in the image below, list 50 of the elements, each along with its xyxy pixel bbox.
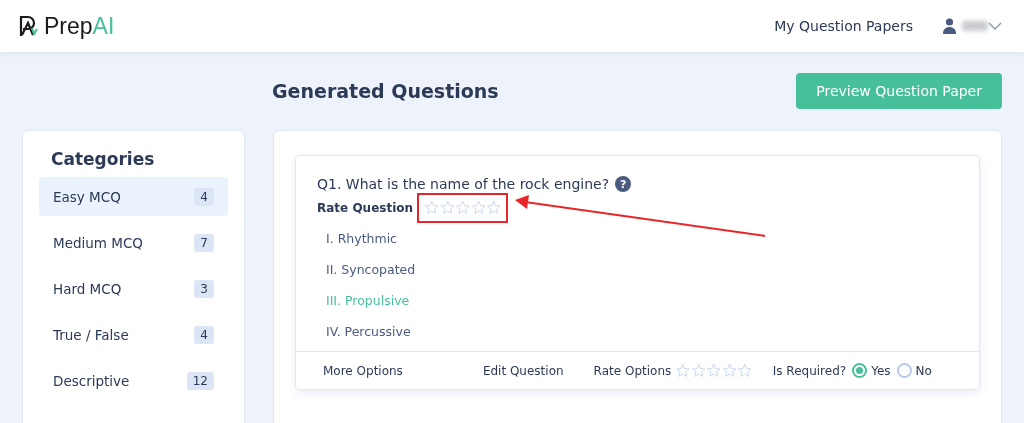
radio-button[interactable] <box>896 363 912 378</box>
page-title: Generated Questions <box>272 80 499 102</box>
category-item[interactable]: Descriptive 12 <box>39 361 228 400</box>
user-icon[interactable] <box>943 18 956 34</box>
category-label: True / False <box>53 326 129 343</box>
category-item[interactable]: Hard MCQ 3 <box>39 269 228 308</box>
star-icon[interactable] <box>439 200 456 215</box>
star-icon[interactable] <box>470 200 487 215</box>
category-count: 7 <box>194 233 214 252</box>
edit-question-button[interactable]: Edit Question <box>482 363 564 378</box>
star-icon[interactable] <box>690 363 707 378</box>
star-icon[interactable] <box>706 363 722 378</box>
more-options-button[interactable]: More Options <box>323 363 403 378</box>
category-count: 4 <box>194 187 214 206</box>
star-icon[interactable] <box>737 363 753 378</box>
answer-option: II. Syncopated <box>326 254 416 285</box>
category-label: Descriptive <box>53 372 130 389</box>
logo-text: PrepAI <box>44 12 115 40</box>
category-label: Easy MCQ <box>53 188 121 205</box>
answer-option: I. Rhythmic <box>326 223 397 254</box>
question-text: Q1. What is the name of the rock engine? <box>317 176 610 192</box>
star-icon[interactable] <box>486 200 502 215</box>
radio-button[interactable] <box>852 363 868 378</box>
star-icon[interactable] <box>721 363 738 378</box>
category-count: 4 <box>194 325 214 344</box>
answer-option: IV. Percussive <box>326 316 411 347</box>
radio-option[interactable]: No <box>896 363 932 378</box>
sidebar-title: Categories <box>50 149 156 169</box>
category-item[interactable]: Medium MCQ 7 <box>39 223 228 262</box>
star-icon[interactable] <box>455 200 471 215</box>
category-item[interactable]: True / False 4 <box>39 315 228 354</box>
rate-question-label: Rate Question <box>317 200 414 215</box>
chevron-down-icon[interactable] <box>988 22 1002 30</box>
blurred-username <box>962 21 988 31</box>
logo-icon <box>18 14 40 38</box>
category-label: Hard MCQ <box>53 280 122 297</box>
category-item[interactable]: Easy MCQ 4 <box>39 177 228 216</box>
rate-options-label: Rate Options <box>593 363 672 378</box>
radio-label: No <box>915 363 932 378</box>
help-icon[interactable]: ? <box>615 176 632 192</box>
nav-link[interactable]: My Question Papers <box>774 18 913 34</box>
answer-option: III. Propulsive <box>326 285 410 316</box>
radio-option[interactable]: Yes <box>852 363 891 378</box>
radio-label: Yes <box>871 363 891 378</box>
star-icon[interactable] <box>424 200 440 215</box>
category-label: Medium MCQ <box>53 234 143 251</box>
category-count: 3 <box>194 279 214 298</box>
category-count: 12 <box>186 371 214 390</box>
star-icon[interactable] <box>675 363 691 378</box>
required-label: Is Required? <box>772 363 847 378</box>
